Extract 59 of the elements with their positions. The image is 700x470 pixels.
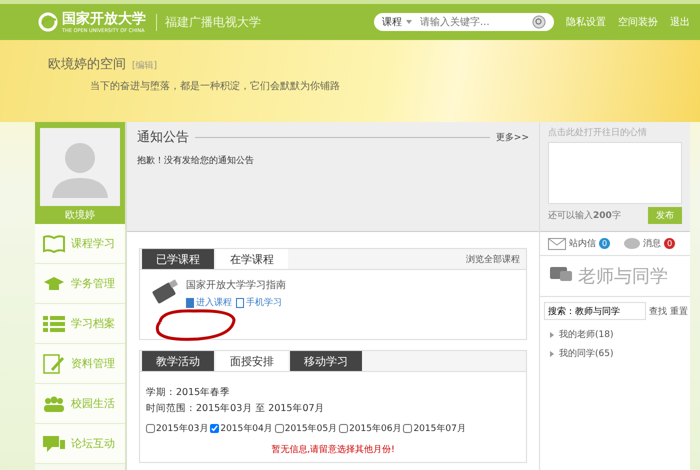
character-counter: 还可以输入200字 <box>548 210 621 222</box>
month-checkbox[interactable] <box>210 424 220 433</box>
time-range-text: 时间范围：2015年03月 至 2015年07月 <box>146 402 326 415</box>
logo-icon <box>38 12 58 32</box>
enter-course-link[interactable]: 进入课程 <box>186 296 232 309</box>
course-tab[interactable]: 在学课程 <box>216 249 288 269</box>
book-icon <box>43 234 65 252</box>
month-checkbox[interactable] <box>146 424 155 433</box>
space-title: 欧境婷的空间 <box>48 56 126 73</box>
school-name: 福建广播电视大学 <box>156 14 261 30</box>
month-label: 2015年07月 <box>413 422 466 435</box>
empty-info-text: 暂无信息,请留意选择其他月份! <box>270 444 396 456</box>
caret-icon <box>406 20 412 24</box>
find-link[interactable]: 查找 <box>649 304 667 318</box>
contact-group[interactable]: 我的同学(65) <box>540 344 690 363</box>
count-badge: 0 <box>599 238 610 249</box>
user-name: 欧境婷 <box>65 208 95 222</box>
month-checkbox[interactable] <box>339 424 348 433</box>
notice-title: 通知公告 <box>137 129 189 146</box>
expand-arrow-icon <box>550 332 554 338</box>
month-label: 2015年05月 <box>284 422 338 435</box>
activity-tab[interactable]: 移动学习 <box>290 351 362 371</box>
message-link[interactable]: 消息 0 <box>624 237 676 250</box>
contacts-search-field[interactable]: 搜索：教师与同学 <box>544 302 646 320</box>
month-checkbox[interactable] <box>403 424 412 433</box>
more-link[interactable]: 更多>> <box>496 130 529 144</box>
course-title[interactable]: 国家开放大学学习指南 <box>186 278 286 292</box>
notice-message: 抱歉！没有发给您的通知公告 <box>137 154 255 167</box>
mobile-learning-link[interactable]: 手机学习 <box>236 296 282 309</box>
search-icon[interactable] <box>532 15 546 29</box>
reset-link[interactable]: 重置 <box>670 304 688 318</box>
edit-icon <box>43 354 65 374</box>
search-scope-select[interactable]: 课程 <box>382 15 412 29</box>
browse-all-link[interactable]: 浏览全部课程 <box>466 252 526 266</box>
document-icon <box>186 298 194 308</box>
chat-icon <box>43 434 65 452</box>
people-icon <box>43 394 65 412</box>
course-tab[interactable]: 已学课程 <box>142 249 214 269</box>
term-text: 学期：2015年春季 <box>146 386 232 399</box>
contacts-title: 老师与同学 <box>578 265 668 288</box>
contact-group[interactable]: 我的老师(18) <box>540 325 690 344</box>
expand-arrow-icon <box>550 350 554 356</box>
message-link[interactable]: 站内信 0 <box>548 237 610 250</box>
logo-text: 国家开放大学 <box>62 10 146 28</box>
list-icon <box>43 314 65 332</box>
mood-input[interactable] <box>548 142 682 204</box>
activity-tab[interactable]: 面授安排 <box>216 351 288 371</box>
graduation-cap-icon <box>43 274 65 292</box>
speech-bubble-icon <box>624 238 640 250</box>
search-field[interactable]: 课程 请输入关键字... <box>374 13 554 31</box>
month-label: 2015年03月 <box>156 422 208 435</box>
month-label: 2015年06月 <box>349 422 402 435</box>
activity-tab[interactable]: 教学活动 <box>142 351 214 371</box>
envelope-icon <box>548 238 566 250</box>
phone-icon <box>236 298 244 308</box>
motto-text: 当下的奋进与堕落，都是一种积淀，它们会默默为你铺路 <box>89 80 341 93</box>
month-label: 2015年04月 <box>220 422 273 435</box>
month-checkbox[interactable] <box>274 424 284 433</box>
count-badge: 0 <box>664 238 676 249</box>
